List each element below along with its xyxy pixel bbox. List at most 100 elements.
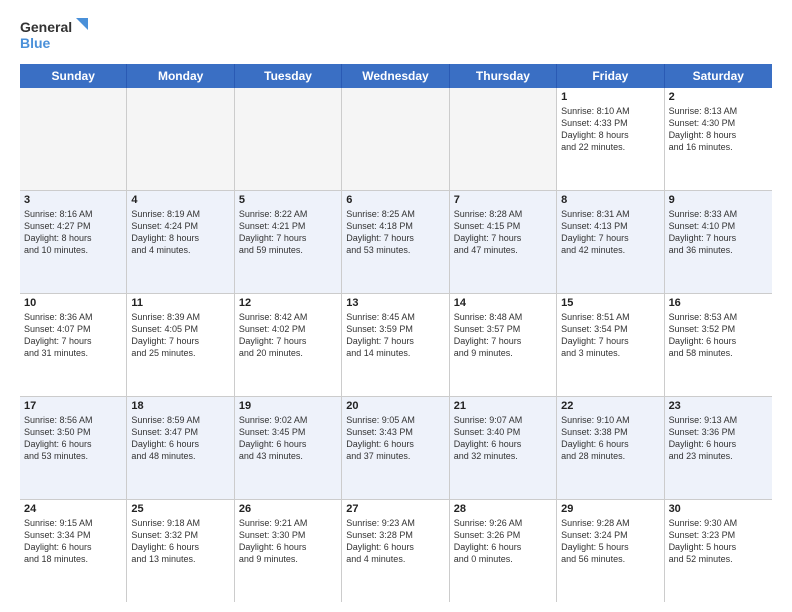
day-info: Sunrise: 8:45 AM Sunset: 3:59 PM Dayligh… [346,311,444,360]
calendar-row: 24Sunrise: 9:15 AM Sunset: 3:34 PM Dayli… [20,500,772,602]
calendar-cell: 20Sunrise: 9:05 AM Sunset: 3:43 PM Dayli… [342,397,449,499]
calendar-cell: 29Sunrise: 9:28 AM Sunset: 3:24 PM Dayli… [557,500,664,602]
calendar-cell: 16 Sunrise: 8:53 AM Sunset: 3:52 PM Dayli… [665,294,772,396]
calendar-cell: 7 Sunrise: 8:28 AM Sunset: 4:15 PM Daylig… [450,191,557,293]
svg-text:General: General [20,19,72,35]
day-number: 14 [454,297,552,309]
calendar-cell: 26 Sunrise: 9:21 AM Sunset: 3:30 PM Dayli… [235,500,342,602]
calendar-cell: 2 Sunrise: 8:13 AM Sunset: 4:30 PM Daylig… [665,88,772,190]
day-info: Sunrise: 8:56 AM Sunset: 3:50 PM Dayligh… [24,414,122,463]
calendar-cell: 14 Sunrise: 8:48 AM Sunset: 3:57 PM Dayli… [450,294,557,396]
day-number: 16 [669,297,768,309]
calendar-cell: 27Sunrise: 9:23 AM Sunset: 3:28 PM Dayli… [342,500,449,602]
day-number: 13 [346,297,444,309]
calendar-row: 1 Sunrise: 8:10 AM Sunset: 4:33 PM Daylig… [20,88,772,191]
day-number: 8 [561,194,659,206]
weekday-header: Saturday [665,64,772,88]
calendar-cell: 24Sunrise: 9:15 AM Sunset: 3:34 PM Dayli… [20,500,127,602]
day-info: Sunrise: 8:36 AM Sunset: 4:07 PM Dayligh… [24,311,122,360]
svg-text:Blue: Blue [20,35,51,51]
day-info: Sunrise: 8:59 AM Sunset: 3:47 PM Dayligh… [131,414,229,463]
weekday-header: Sunday [20,64,127,88]
calendar-cell: 4 Sunrise: 8:19 AM Sunset: 4:24 PM Daylig… [127,191,234,293]
day-info: Sunrise: 9:02 AM Sunset: 3:45 PM Dayligh… [239,414,337,463]
day-info: Sunrise: 9:10 AM Sunset: 3:38 PM Dayligh… [561,414,659,463]
day-info: Sunrise: 9:26 AM Sunset: 3:26 PM Dayligh… [454,517,552,566]
day-info: Sunrise: 8:42 AM Sunset: 4:02 PM Dayligh… [239,311,337,360]
calendar-row: 3 Sunrise: 8:16 AM Sunset: 4:27 PM Daylig… [20,191,772,294]
day-info: Sunrise: 9:13 AM Sunset: 3:36 PM Dayligh… [669,414,768,463]
day-number: 28 [454,503,552,515]
day-info: Sunrise: 8:16 AM Sunset: 4:27 PM Dayligh… [24,208,122,257]
calendar-cell: 13 Sunrise: 8:45 AM Sunset: 3:59 PM Dayli… [342,294,449,396]
day-number: 7 [454,194,552,206]
logo: General Blue [20,16,90,56]
day-number: 9 [669,194,768,206]
calendar-cell: 22 Sunrise: 9:10 AM Sunset: 3:38 PM Dayli… [557,397,664,499]
day-number: 4 [131,194,229,206]
calendar-cell [235,88,342,190]
calendar-header: SundayMondayTuesdayWednesdayThursdayFrid… [20,64,772,88]
calendar-body: 1 Sunrise: 8:10 AM Sunset: 4:33 PM Daylig… [20,88,772,602]
day-info: Sunrise: 8:10 AM Sunset: 4:33 PM Dayligh… [561,105,659,154]
calendar-cell: 19 Sunrise: 9:02 AM Sunset: 3:45 PM Dayli… [235,397,342,499]
calendar-cell: 28 Sunrise: 9:26 AM Sunset: 3:26 PM Dayli… [450,500,557,602]
day-number: 2 [669,91,768,103]
day-number: 26 [239,503,337,515]
day-number: 21 [454,400,552,412]
day-number: 10 [24,297,122,309]
day-info: Sunrise: 9:07 AM Sunset: 3:40 PM Dayligh… [454,414,552,463]
calendar-cell: 12 Sunrise: 8:42 AM Sunset: 4:02 PM Dayli… [235,294,342,396]
day-number: 1 [561,91,659,103]
calendar-cell: 3 Sunrise: 8:16 AM Sunset: 4:27 PM Daylig… [20,191,127,293]
day-number: 3 [24,194,122,206]
calendar-cell: 5 Sunrise: 8:22 AM Sunset: 4:21 PM Daylig… [235,191,342,293]
weekday-header: Wednesday [342,64,449,88]
day-number: 6 [346,194,444,206]
calendar-row: 17 Sunrise: 8:56 AM Sunset: 3:50 PM Dayli… [20,397,772,500]
day-number: 22 [561,400,659,412]
day-info: Sunrise: 9:30 AM Sunset: 3:23 PM Dayligh… [669,517,768,566]
day-number: 25 [131,503,229,515]
day-number: 17 [24,400,122,412]
calendar-cell [127,88,234,190]
day-info: Sunrise: 8:48 AM Sunset: 3:57 PM Dayligh… [454,311,552,360]
logo-svg: General Blue [20,16,90,56]
day-info: Sunrise: 9:23 AM Sunset: 3:28 PM Dayligh… [346,517,444,566]
calendar-cell: 11 Sunrise: 8:39 AM Sunset: 4:05 PM Dayli… [127,294,234,396]
day-number: 12 [239,297,337,309]
day-info: Sunrise: 8:51 AM Sunset: 3:54 PM Dayligh… [561,311,659,360]
day-info: Sunrise: 8:33 AM Sunset: 4:10 PM Dayligh… [669,208,768,257]
calendar-cell [20,88,127,190]
day-info: Sunrise: 8:39 AM Sunset: 4:05 PM Dayligh… [131,311,229,360]
calendar-cell: 23 Sunrise: 9:13 AM Sunset: 3:36 PM Dayli… [665,397,772,499]
calendar-cell: 8 Sunrise: 8:31 AM Sunset: 4:13 PM Daylig… [557,191,664,293]
calendar-row: 10 Sunrise: 8:36 AM Sunset: 4:07 PM Dayli… [20,294,772,397]
calendar-cell: 1 Sunrise: 8:10 AM Sunset: 4:33 PM Daylig… [557,88,664,190]
calendar-cell: 10 Sunrise: 8:36 AM Sunset: 4:07 PM Dayli… [20,294,127,396]
day-info: Sunrise: 8:22 AM Sunset: 4:21 PM Dayligh… [239,208,337,257]
calendar-cell: 9 Sunrise: 8:33 AM Sunset: 4:10 PM Daylig… [665,191,772,293]
day-info: Sunrise: 8:13 AM Sunset: 4:30 PM Dayligh… [669,105,768,154]
day-number: 11 [131,297,229,309]
calendar-cell: 21 Sunrise: 9:07 AM Sunset: 3:40 PM Dayli… [450,397,557,499]
day-number: 23 [669,400,768,412]
day-info: Sunrise: 8:53 AM Sunset: 3:52 PM Dayligh… [669,311,768,360]
day-info: Sunrise: 8:28 AM Sunset: 4:15 PM Dayligh… [454,208,552,257]
calendar-cell: 17 Sunrise: 8:56 AM Sunset: 3:50 PM Dayli… [20,397,127,499]
weekday-header: Friday [557,64,664,88]
day-number: 19 [239,400,337,412]
calendar-cell [342,88,449,190]
day-info: Sunrise: 9:21 AM Sunset: 3:30 PM Dayligh… [239,517,337,566]
calendar-cell: 15Sunrise: 8:51 AM Sunset: 3:54 PM Dayli… [557,294,664,396]
calendar-cell: 6Sunrise: 8:25 AM Sunset: 4:18 PM Daylig… [342,191,449,293]
day-number: 20 [346,400,444,412]
day-number: 24 [24,503,122,515]
day-number: 30 [669,503,768,515]
day-info: Sunrise: 8:19 AM Sunset: 4:24 PM Dayligh… [131,208,229,257]
day-info: Sunrise: 9:28 AM Sunset: 3:24 PM Dayligh… [561,517,659,566]
weekday-header: Monday [127,64,234,88]
day-info: Sunrise: 8:31 AM Sunset: 4:13 PM Dayligh… [561,208,659,257]
calendar-cell: 25Sunrise: 9:18 AM Sunset: 3:32 PM Dayli… [127,500,234,602]
day-number: 5 [239,194,337,206]
